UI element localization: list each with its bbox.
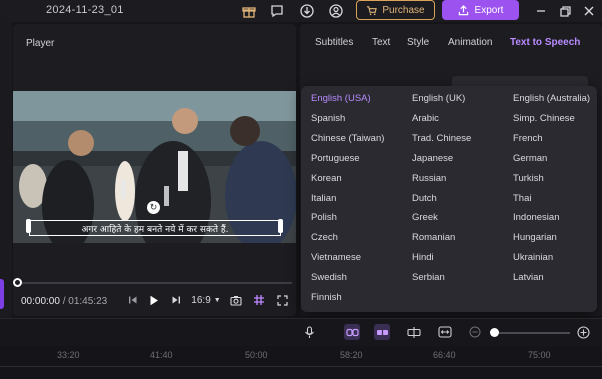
language-option[interactable]: Dutch	[412, 193, 437, 204]
upload-icon	[458, 4, 468, 15]
split-icon[interactable]	[406, 324, 422, 340]
language-option[interactable]: Thai	[513, 193, 531, 204]
language-option[interactable]: Trad. Chinese	[412, 133, 471, 144]
language-option[interactable]: English (USA)	[311, 93, 371, 104]
chevron-down-icon: ▼	[213, 296, 221, 304]
ruler-label: 58:20	[340, 350, 363, 360]
snapshot-icon[interactable]	[229, 292, 243, 308]
zoom-in-icon[interactable]	[575, 324, 591, 340]
language-option[interactable]: Polish	[311, 212, 337, 223]
ruler-baseline	[0, 366, 602, 367]
export-label: Export	[474, 4, 504, 16]
ruler-label: 33:20	[57, 350, 80, 360]
language-option[interactable]: Turkish	[513, 173, 544, 184]
language-option[interactable]: Vietnamese	[311, 252, 361, 263]
language-option[interactable]: Indonesian	[513, 212, 559, 223]
rotate-handle-icon[interactable]: ↻	[147, 201, 160, 214]
timeline-ruler[interactable]: 33:20 41:40 50:00 58:20 66:40 75:00	[0, 346, 602, 379]
property-tabs: Subtitles Text Style Animation Text to S…	[300, 24, 602, 62]
time-total: 01:45:23	[68, 296, 108, 307]
prev-frame-icon[interactable]	[127, 292, 139, 308]
language-option[interactable]: Serbian	[412, 272, 445, 283]
subtitle-text: अगर आहिते के हम बनते नये में कर सकते हैं…	[81, 224, 229, 235]
next-frame-icon[interactable]	[170, 292, 182, 308]
language-option[interactable]: Hungarian	[513, 232, 557, 243]
player-panel: Player ↻ अगर आहिते के हम बनते नये में कर…	[13, 24, 296, 316]
language-option[interactable]: English (Australia)	[513, 93, 590, 104]
language-option[interactable]: Romanian	[412, 232, 455, 243]
playhead-knob[interactable]	[13, 278, 22, 287]
tab-style[interactable]: Style	[407, 37, 429, 48]
language-option[interactable]: Greek	[412, 212, 438, 223]
purchase-label: Purchase	[382, 4, 425, 16]
aspect-ratio-select[interactable]: 16:9 ▼	[191, 292, 221, 308]
language-option[interactable]: German	[513, 153, 547, 164]
language-dropdown-menu[interactable]: English (USA) English (UK) English (Austra…	[301, 86, 597, 312]
video-preview[interactable]: ↻ अगर आहिते के हम बनते नये में कर सकते ह…	[13, 91, 296, 243]
language-option[interactable]: English (UK)	[412, 93, 465, 104]
language-option[interactable]: Korean	[311, 173, 342, 184]
ruler-label: 50:00	[245, 350, 268, 360]
subtitle-box[interactable]: अगर आहिते के हम बनते नये में कर सकते हैं…	[29, 220, 281, 236]
aspect-ratio-value: 16:9	[191, 294, 211, 306]
zoom-slider-knob[interactable]	[490, 328, 499, 337]
language-option[interactable]: Russian	[412, 173, 446, 184]
language-option[interactable]: Japanese	[412, 153, 453, 164]
title-bar: 2024-11-23_01 Purchase Export	[0, 0, 602, 22]
time-current: 00:00:00	[21, 296, 60, 307]
feedback-icon[interactable]	[268, 2, 286, 20]
minimize-icon[interactable]	[532, 2, 550, 20]
ruler-label: 41:40	[150, 350, 173, 360]
fullscreen-icon[interactable]	[275, 292, 289, 308]
grid-icon[interactable]	[252, 292, 266, 308]
language-option[interactable]: Spanish	[311, 113, 345, 124]
project-title: 2024-11-23_01	[46, 4, 124, 16]
language-option[interactable]: Hindi	[412, 252, 434, 263]
playback-progress-track[interactable]	[17, 282, 292, 284]
fit-timeline-icon[interactable]	[437, 324, 453, 340]
microphone-icon[interactable]	[301, 324, 317, 340]
close-icon[interactable]	[580, 2, 598, 20]
language-option[interactable]: Latvian	[513, 272, 544, 283]
language-option[interactable]: Ukrainian	[513, 252, 553, 263]
left-active-indicator[interactable]	[0, 279, 4, 309]
cart-icon	[367, 5, 378, 15]
tab-subtitles[interactable]: Subtitles	[315, 37, 353, 48]
language-option[interactable]: Finnish	[311, 292, 342, 303]
track-view-icon[interactable]	[374, 324, 390, 340]
language-option[interactable]: Czech	[311, 232, 338, 243]
player-title: Player	[26, 38, 55, 49]
time-separator: /	[62, 296, 66, 307]
tab-text-to-speech[interactable]: Text to Speech	[510, 37, 580, 48]
purchase-button[interactable]: Purchase	[356, 0, 435, 20]
zoom-slider-track[interactable]	[494, 332, 570, 334]
language-option[interactable]: Italian	[311, 193, 336, 204]
time-display: 00:00:00 / 01:45:23	[21, 296, 107, 307]
tab-animation[interactable]: Animation	[448, 37, 492, 48]
link-clips-icon[interactable]	[344, 324, 360, 340]
language-option[interactable]: Arabic	[412, 113, 439, 124]
language-option[interactable]: Portuguese	[311, 153, 360, 164]
gift-icon[interactable]	[240, 2, 258, 20]
export-button[interactable]: Export	[442, 0, 519, 20]
account-icon[interactable]	[327, 2, 345, 20]
play-icon[interactable]	[148, 292, 160, 308]
ruler-label: 66:40	[433, 350, 456, 360]
left-tool-strip	[0, 22, 12, 318]
language-option[interactable]: Simp. Chinese	[513, 113, 575, 124]
language-option[interactable]: Swedish	[311, 272, 347, 283]
zoom-out-icon[interactable]	[467, 324, 483, 340]
language-option[interactable]: French	[513, 133, 543, 144]
restore-icon[interactable]	[556, 2, 574, 20]
ruler-label: 75:00	[528, 350, 551, 360]
download-icon[interactable]	[298, 2, 316, 20]
tab-text[interactable]: Text	[372, 37, 390, 48]
language-option[interactable]: Chinese (Taiwan)	[311, 133, 384, 144]
